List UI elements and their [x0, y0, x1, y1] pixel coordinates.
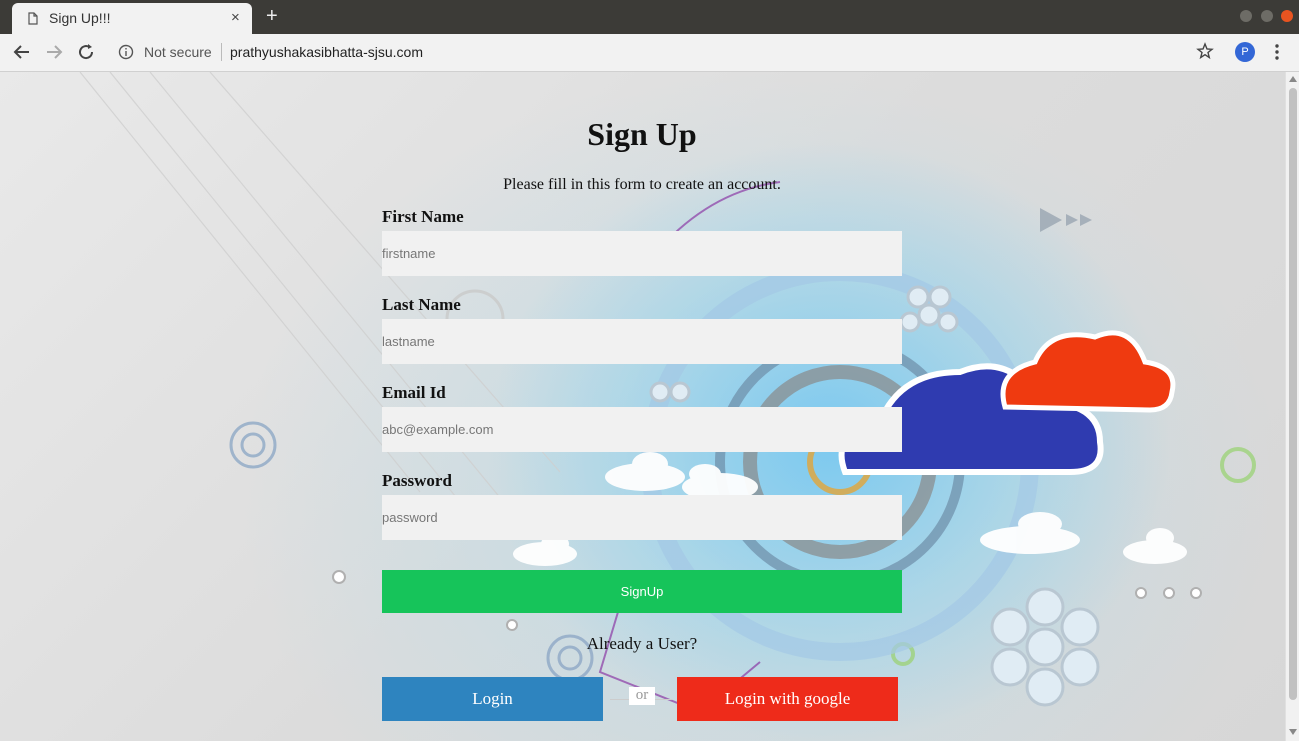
close-tab-icon[interactable]: × — [231, 9, 240, 27]
login-button[interactable]: Login — [382, 677, 603, 721]
security-label[interactable]: Not secure — [144, 44, 212, 60]
page-icon — [28, 12, 38, 25]
info-icon[interactable] — [118, 44, 134, 60]
scroll-up-arrow-icon[interactable] — [1289, 76, 1297, 82]
or-divider-text: or — [629, 687, 655, 705]
password-input[interactable] — [382, 495, 902, 540]
profile-avatar[interactable]: P — [1235, 42, 1255, 62]
browser-toolbar: Not secure prathyushakasibhatta-sjsu.com… — [0, 34, 1299, 72]
first-name-input[interactable] — [382, 231, 902, 276]
password-label: Password — [382, 471, 452, 490]
scrollbar-thumb[interactable] — [1289, 88, 1297, 700]
email-input[interactable] — [382, 407, 902, 452]
form-subtitle: Please fill in this form to create an ac… — [503, 176, 781, 193]
tab-title: Sign Up!!! — [49, 10, 111, 26]
window-controls — [1236, 10, 1293, 28]
vertical-scrollbar[interactable] — [1285, 72, 1299, 741]
already-user-text: Already a User? — [586, 634, 698, 653]
back-icon[interactable] — [10, 40, 34, 64]
close-window-icon[interactable] — [1281, 10, 1293, 22]
scroll-down-arrow-icon[interactable] — [1289, 729, 1297, 735]
divider — [221, 43, 222, 61]
new-tab-icon[interactable]: + — [266, 6, 278, 26]
browser-tab[interactable]: Sign Up!!! × — [12, 3, 252, 34]
last-name-input[interactable] — [382, 319, 902, 364]
email-label: Email Id — [382, 383, 446, 402]
first-name-label: First Name — [382, 207, 464, 226]
forward-icon[interactable] — [42, 40, 66, 64]
page-title: Sign Up — [587, 116, 697, 152]
maximize-icon[interactable] — [1260, 10, 1273, 22]
signup-button[interactable]: SignUp — [382, 570, 902, 613]
page-viewport: Sign Up Please fill in this form to crea… — [0, 72, 1285, 741]
reload-icon[interactable] — [74, 40, 98, 64]
tab-strip: Sign Up!!! × + — [0, 0, 1299, 34]
minimize-icon[interactable] — [1240, 10, 1253, 22]
last-name-label: Last Name — [382, 295, 461, 314]
address-bar[interactable]: prathyushakasibhatta-sjsu.com — [230, 44, 423, 60]
bookmark-star-icon[interactable] — [1196, 42, 1214, 60]
more-menu-icon[interactable] — [1270, 42, 1284, 62]
login-with-google-button[interactable]: Login with google — [677, 677, 898, 721]
